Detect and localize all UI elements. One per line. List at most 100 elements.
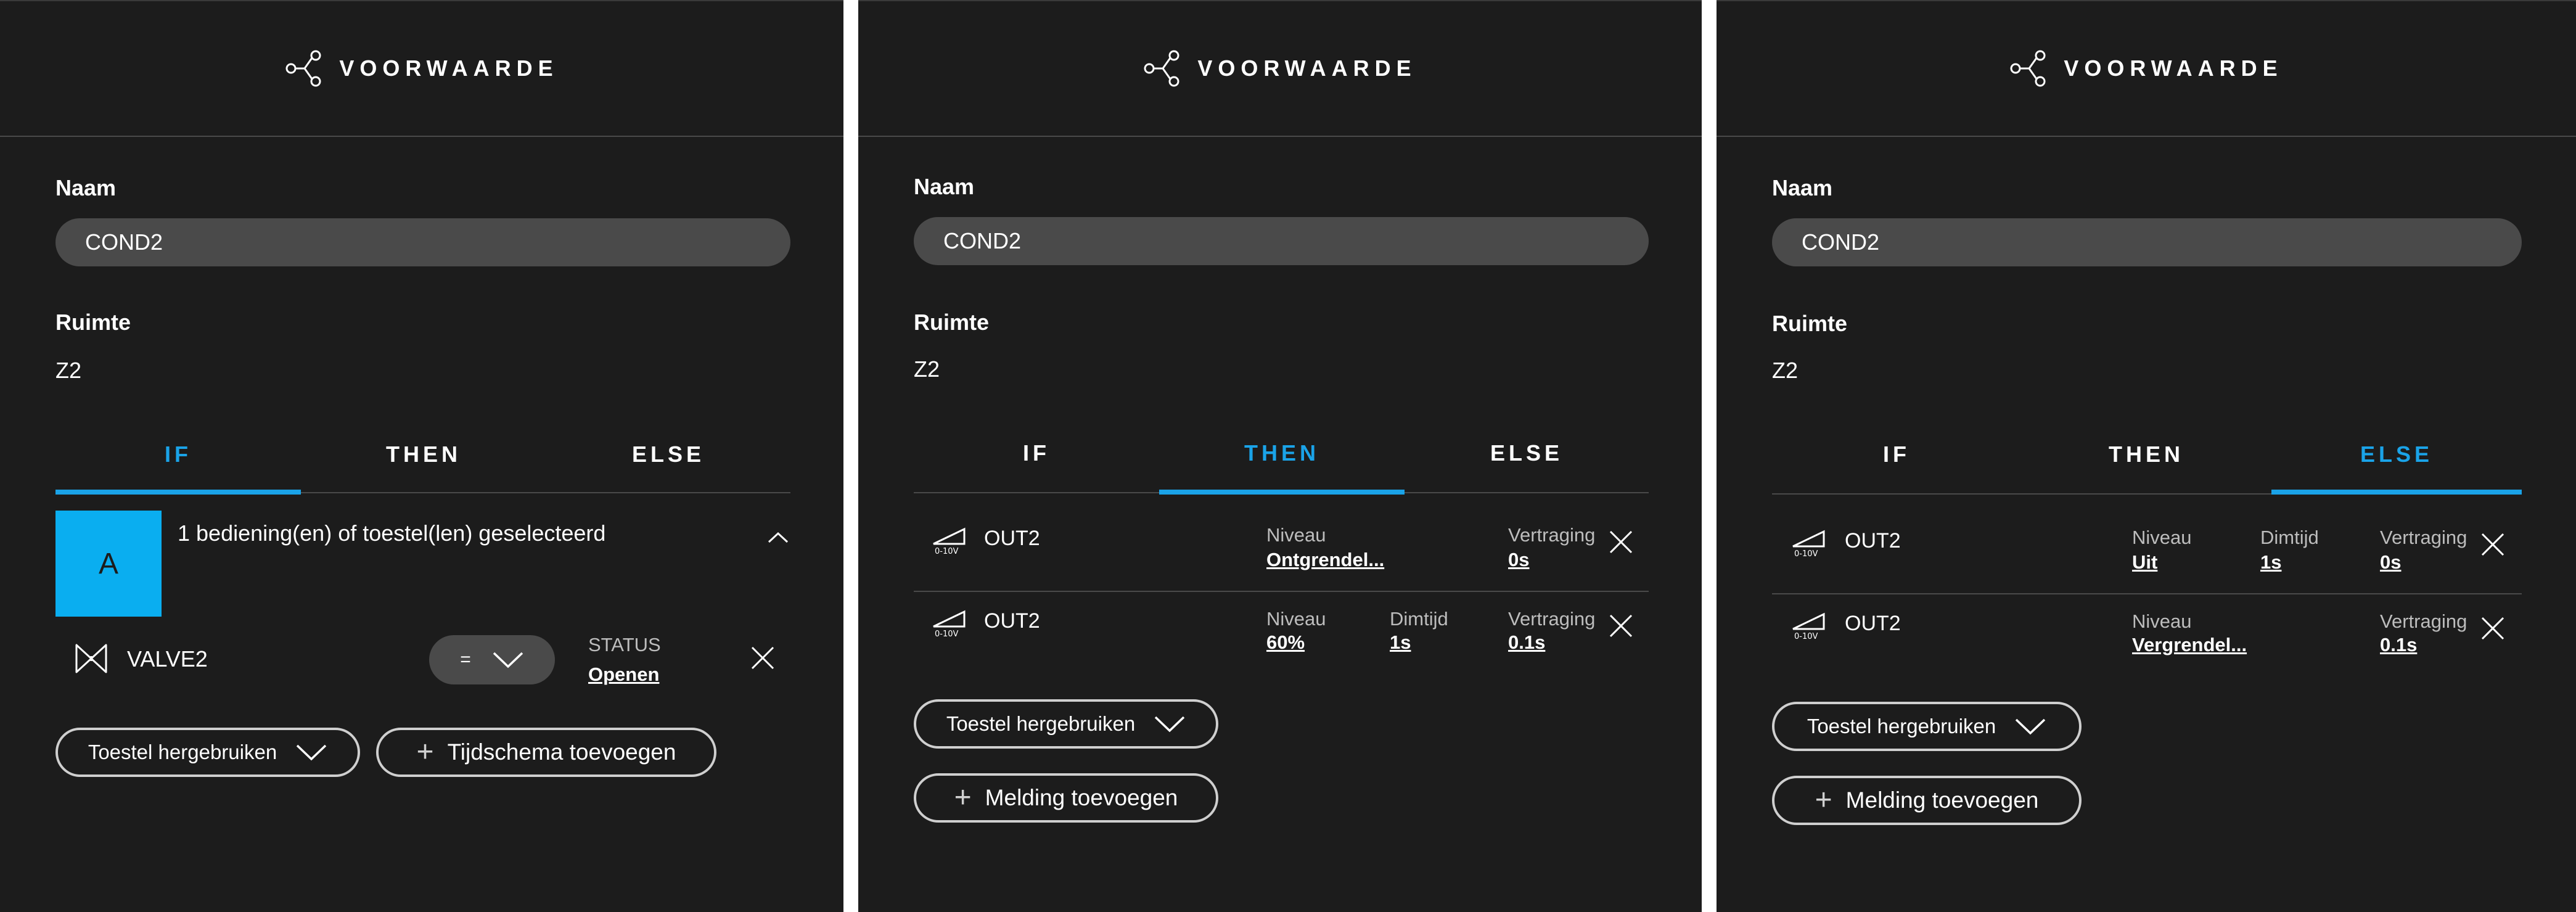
tab-else[interactable]: ELSE — [2271, 442, 2522, 467]
chevron-down-icon — [2015, 718, 2046, 735]
delay-value-link[interactable]: 0.1s — [1508, 631, 1545, 654]
delay-label: Vertraging — [1508, 524, 1596, 546]
device-name: OUT2 — [1845, 529, 1901, 553]
level-value-link[interactable]: Ontgrendel... — [1266, 549, 1384, 571]
room-value[interactable]: Z2 — [1772, 358, 1798, 384]
level-label: Niveau — [1266, 608, 1326, 630]
dimmer-0-10v-icon: 0-10V — [1792, 530, 1825, 559]
dimmer-0-10v-icon: 0-10V — [1792, 612, 1825, 641]
dimmer-0-10v-icon: 0-10V — [933, 610, 966, 639]
name-value: COND2 — [85, 229, 163, 255]
device-name: VALVE2 — [127, 646, 208, 672]
add-schedule-button[interactable]: + Tijdschema toevoegen — [376, 728, 716, 777]
name-input[interactable]: COND2 — [1772, 218, 2522, 266]
page-title: VOORWAARDE — [2064, 55, 2283, 81]
close-icon[interactable] — [1608, 529, 1634, 555]
panel-header: VOORWAARDE — [0, 1, 843, 137]
chevron-down-icon — [493, 652, 523, 668]
tab-then[interactable]: THEN — [1159, 440, 1405, 466]
delay-value-link[interactable]: 0s — [2380, 551, 2401, 573]
condition-branch-icon — [285, 50, 321, 87]
condition-branch-icon — [1144, 50, 1179, 87]
dimmer-0-10v-icon: 0-10V — [933, 527, 966, 556]
tab-then[interactable]: THEN — [301, 442, 546, 467]
tab-else[interactable]: ELSE — [546, 442, 790, 467]
selection-summary: 1 bediening(en) of toestel(len) geselect… — [178, 520, 606, 546]
close-icon[interactable] — [750, 645, 776, 671]
panel-header: VOORWAARDE — [1717, 1, 2576, 137]
add-notification-button[interactable]: + Melding toevoegen — [914, 773, 1218, 823]
close-icon[interactable] — [1608, 613, 1634, 639]
name-value: COND2 — [1802, 229, 1880, 255]
row-divider — [1772, 593, 2522, 594]
reuse-device-button[interactable]: Toestel hergebruiken — [1772, 702, 2082, 751]
name-label: Naam — [55, 175, 117, 200]
delay-value-link[interactable]: 0.1s — [2380, 634, 2417, 656]
reuse-device-button[interactable]: Toestel hergebruiken — [914, 699, 1218, 749]
device-name: OUT2 — [1845, 612, 1901, 635]
delay-label: Vertraging — [2380, 610, 2467, 632]
tab-then[interactable]: THEN — [2021, 442, 2271, 467]
status-label: STATUS — [588, 634, 661, 655]
operator-dropdown[interactable]: = — [429, 635, 555, 684]
active-tab-indicator — [2271, 490, 2522, 495]
plus-icon: + — [954, 781, 972, 814]
svg-text:0-10V: 0-10V — [1794, 632, 1818, 641]
chevron-up-icon[interactable] — [767, 530, 789, 544]
tab-if[interactable]: IF — [1772, 442, 2021, 467]
condition-panel-else: VOORWAARDE Naam COND2 Ruimte Z2 IF THEN … — [1717, 0, 2576, 912]
condition-branch-icon — [2010, 50, 2046, 87]
delay-label: Vertraging — [1508, 608, 1596, 630]
reuse-device-label: Toestel hergebruiken — [88, 741, 277, 763]
reuse-device-label: Toestel hergebruiken — [1807, 715, 1996, 737]
add-notification-label: Melding toevoegen — [985, 785, 1178, 810]
tab-if[interactable]: IF — [55, 442, 301, 467]
level-value-link[interactable]: Uit — [2132, 551, 2157, 573]
name-value: COND2 — [943, 228, 1022, 253]
svg-text:0-10V: 0-10V — [935, 547, 959, 556]
level-label: Niveau — [1266, 524, 1326, 546]
name-input[interactable]: COND2 — [55, 218, 790, 266]
dimtime-value-link[interactable]: 1s — [1390, 631, 1411, 654]
page-title: VOORWAARDE — [339, 55, 559, 81]
reuse-device-label: Toestel hergebruiken — [946, 712, 1136, 735]
condition-panel-then: VOORWAARDE Naam COND2 Ruimte Z2 IF THEN … — [858, 0, 1702, 912]
name-label: Naam — [914, 174, 975, 199]
operator-value: = — [460, 649, 471, 670]
dimtime-value-link[interactable]: 1s — [2260, 551, 2281, 573]
panel-header: VOORWAARDE — [858, 1, 1702, 137]
room-value[interactable]: Z2 — [55, 358, 81, 384]
name-label: Naam — [1772, 175, 1833, 200]
add-notification-button[interactable]: + Melding toevoegen — [1772, 776, 2082, 825]
row-divider — [914, 591, 1649, 592]
tab-else[interactable]: ELSE — [1405, 440, 1649, 466]
active-tab-indicator — [1159, 490, 1405, 495]
condition-panel-if: VOORWAARDE Naam COND2 Ruimte Z2 IF THEN … — [0, 0, 843, 912]
plus-icon: + — [1815, 784, 1832, 816]
device-name: OUT2 — [984, 527, 1040, 550]
close-icon[interactable] — [2480, 615, 2506, 641]
chevron-down-icon — [1154, 716, 1185, 733]
valve-icon — [75, 644, 107, 673]
level-value-link[interactable]: 60% — [1266, 631, 1305, 654]
device-name: OUT2 — [984, 609, 1040, 633]
dimtime-label: Dimtijd — [1390, 608, 1448, 630]
room-label: Ruimte — [914, 310, 990, 335]
delay-label: Vertraging — [2380, 527, 2467, 548]
delay-value-link[interactable]: 0s — [1508, 549, 1529, 571]
svg-text:0-10V: 0-10V — [935, 630, 959, 639]
avatar[interactable]: A — [55, 511, 162, 617]
tab-if[interactable]: IF — [914, 440, 1159, 466]
plus-icon: + — [416, 736, 434, 768]
level-value-link[interactable]: Vergrendel... — [2132, 634, 2247, 656]
name-input[interactable]: COND2 — [914, 217, 1649, 265]
add-schedule-label: Tijdschema toevoegen — [447, 739, 676, 765]
room-value[interactable]: Z2 — [914, 356, 940, 382]
close-icon[interactable] — [2480, 532, 2506, 557]
status-value-link[interactable]: Openen — [588, 663, 659, 686]
reuse-device-button[interactable]: Toestel hergebruiken — [55, 728, 360, 777]
svg-text:0-10V: 0-10V — [1794, 549, 1818, 559]
room-label: Ruimte — [1772, 311, 1848, 336]
active-tab-indicator — [55, 490, 301, 495]
level-label: Niveau — [2132, 610, 2192, 632]
